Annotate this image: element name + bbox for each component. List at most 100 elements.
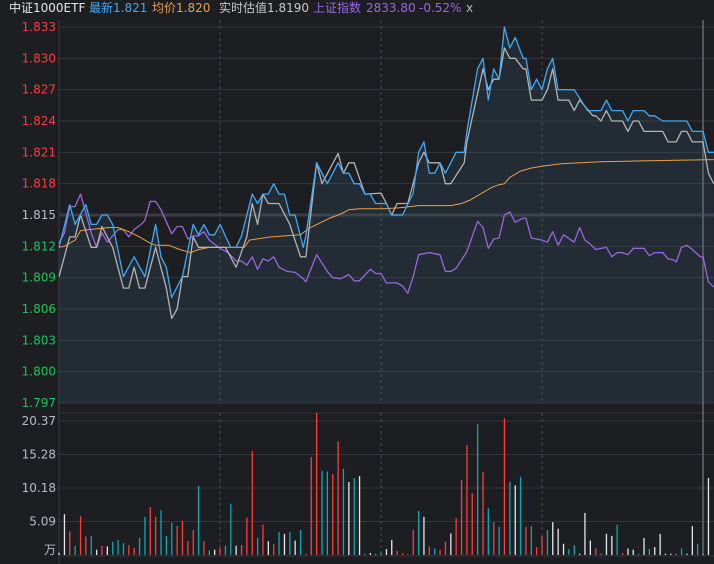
volume-tick-label: 15.28	[22, 447, 56, 461]
volume-bar	[605, 533, 608, 555]
volume-bar	[101, 545, 103, 555]
volume-bar	[240, 545, 243, 555]
volume-bar	[224, 545, 227, 555]
volume-bar	[595, 548, 597, 555]
volume-bar	[133, 547, 135, 555]
volume-bar	[316, 412, 318, 555]
price-tick-label: 1.800	[22, 365, 56, 379]
volume-bar	[90, 535, 92, 555]
volume-bar	[648, 549, 650, 555]
volume-bar	[686, 553, 688, 555]
volume-bar	[503, 418, 506, 555]
volume-bar	[299, 530, 302, 555]
volume-bar	[128, 545, 130, 555]
volume-bar	[122, 543, 125, 555]
volume-bar	[155, 516, 157, 555]
volume-bar	[611, 535, 613, 555]
volume-bar	[385, 549, 388, 555]
volume-bar	[283, 533, 286, 555]
intraday-chart[interactable]: 1.833 1.830 1.827 1.824 1.821 1.818 1.815 1.812…	[0, 0, 714, 564]
price-tick-label: 1.809	[22, 271, 56, 285]
volume-bar	[273, 543, 275, 555]
volume-bar	[257, 537, 259, 555]
volume-bar	[187, 541, 189, 555]
volume-bar	[654, 547, 656, 555]
volume-bar	[348, 482, 350, 555]
volume-bar	[697, 543, 699, 555]
volume-bar	[96, 549, 98, 555]
price-tick-label: 1.830	[22, 51, 56, 65]
volume-bar	[401, 553, 404, 555]
volume-bar	[541, 535, 543, 555]
volume-bar	[310, 457, 312, 555]
volume-bar	[525, 526, 527, 555]
volume-bar	[58, 552, 60, 555]
volume-tick-label: 10.18	[22, 481, 56, 495]
volume-bar	[246, 517, 248, 555]
volume-bar	[621, 553, 624, 555]
price-tick-label: 1.812	[22, 239, 56, 253]
volume-bar	[418, 510, 420, 555]
volume-bar	[455, 518, 457, 555]
volume-bar	[63, 514, 66, 555]
volume-bar	[181, 520, 184, 555]
volume-bar	[176, 526, 178, 555]
volume-bar	[707, 478, 710, 555]
volume-bar	[305, 553, 307, 555]
volume-bar	[369, 553, 371, 555]
volume-tick-label: 20.37	[22, 414, 56, 428]
price-tick-label: 1.797	[22, 396, 56, 410]
volume-bar	[208, 550, 210, 555]
volume-bar	[477, 424, 479, 555]
price-tick-label: 1.833	[22, 20, 56, 34]
volume-bar	[79, 516, 82, 555]
volume-bar	[509, 482, 511, 555]
volume-bar	[659, 533, 661, 555]
volume-bar	[482, 472, 484, 555]
volume-bar	[664, 553, 667, 555]
volume-bar	[450, 533, 452, 555]
volume-bar	[573, 545, 575, 555]
volume-bar	[428, 546, 430, 555]
volume-bar	[670, 553, 672, 555]
volume-bar	[412, 530, 414, 555]
volume-bar	[74, 545, 76, 555]
volume-bar	[375, 554, 377, 555]
volume-bar	[69, 531, 71, 555]
volume-bar	[262, 524, 264, 555]
volume-bar	[675, 554, 677, 555]
volume-bar	[138, 537, 141, 555]
volume-bar	[589, 540, 591, 555]
volume-bar	[112, 541, 114, 555]
volume-bar	[251, 451, 253, 555]
volume-bar	[519, 476, 522, 555]
volume-bar	[117, 539, 119, 555]
volume-bar	[632, 549, 634, 555]
volume-bar	[530, 526, 532, 555]
volume-bar	[557, 528, 559, 555]
volume-bar	[568, 549, 570, 555]
volume-unit-label: 万	[44, 543, 56, 557]
volume-bar	[439, 549, 441, 555]
volume-bar	[106, 546, 108, 555]
volume-bar	[380, 552, 382, 555]
volume-bar	[353, 478, 355, 555]
volume-bar	[627, 548, 629, 555]
volume-bar	[192, 530, 194, 555]
volume-bar	[235, 545, 237, 555]
volume-bar	[294, 540, 296, 555]
volume-bar	[584, 512, 586, 555]
volume-bar	[197, 485, 200, 555]
volume-bar	[326, 471, 328, 555]
volume-bar	[493, 522, 495, 555]
volume-bar	[364, 553, 366, 555]
volume-bar	[358, 476, 361, 555]
volume-bar	[552, 522, 554, 555]
volume-bar	[267, 541, 269, 555]
volume-bar	[144, 516, 146, 555]
volume-bar	[434, 548, 436, 555]
price-tick-label: 1.815	[22, 208, 56, 222]
volume-bar	[407, 554, 409, 555]
volume-bar	[332, 474, 334, 555]
volume-bar	[514, 485, 516, 555]
